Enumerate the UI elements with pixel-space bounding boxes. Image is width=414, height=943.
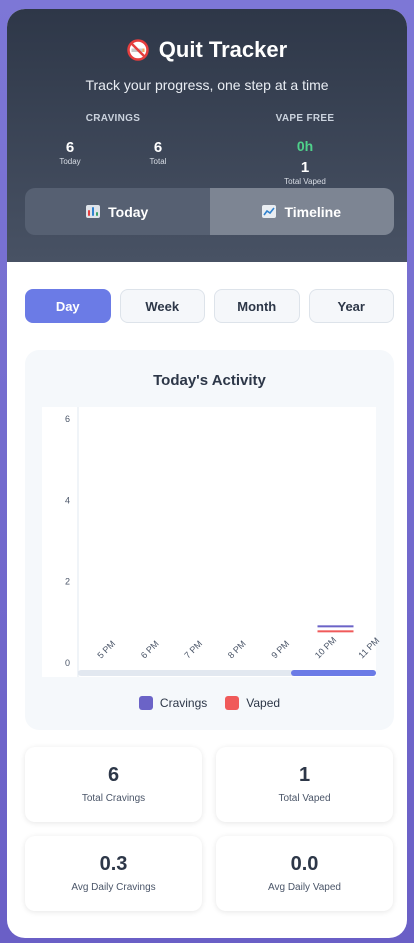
total-vaped-label: Total Vaped xyxy=(284,177,326,186)
legend-label-vaped: Vaped xyxy=(246,696,281,710)
range-week-button[interactable]: Week xyxy=(119,289,205,323)
no-smoking-icon xyxy=(127,39,149,61)
total-cravings-card: 6 Total Cravings xyxy=(25,747,202,822)
header: Quit Tracker Track your progress, one st… xyxy=(7,9,407,262)
app-card: Quit Tracker Track your progress, one st… xyxy=(7,9,407,938)
avg-daily-cravings-value: 0.3 xyxy=(99,853,128,875)
activity-chart: 02465 PM 6 PM 7 PM 8 PM 9 PM 10 PM 11 PM xyxy=(42,407,381,677)
total-cravings-caption: Total Cravings xyxy=(81,793,146,804)
legend-swatch-cravings xyxy=(138,696,153,710)
y-tick-label: 2 xyxy=(65,577,70,587)
line-chart-icon xyxy=(262,205,277,218)
total-vaped-count: 1 xyxy=(300,159,310,176)
chart-title: Today's Activity xyxy=(153,372,266,389)
tab-timeline[interactable]: Timeline xyxy=(209,188,394,235)
app-title: Quit Tracker xyxy=(158,37,288,62)
range-year-button[interactable]: Year xyxy=(308,289,394,323)
cravings-label: CRAVINGS xyxy=(85,113,141,124)
vape-free-time: 0h xyxy=(296,138,314,154)
scroll-thumb[interactable] xyxy=(291,670,376,676)
view-tabs: Today Timeline xyxy=(25,188,394,235)
activity-chart-card: 02465 PM 6 PM 7 PM 8 PM 9 PM 10 PM 11 PM Today… xyxy=(25,350,394,730)
avg-daily-vaped-card: 0.0 Avg Daily Vaped xyxy=(216,836,393,911)
legend-label-cravings: Cravings xyxy=(159,696,208,710)
total-cravings-stat: 6 Total xyxy=(138,139,178,166)
legend-item-cravings[interactable]: Cravings xyxy=(138,696,208,710)
total-cravings-value: 6 xyxy=(107,764,120,786)
total-vaped-value: 1 xyxy=(298,764,311,786)
tab-today-label: Today xyxy=(108,203,149,220)
range-day-button[interactable]: Day xyxy=(25,289,111,323)
total-vaped-stat: 1 Total Vaped xyxy=(275,159,335,186)
total-vaped-caption: Total Vaped xyxy=(278,793,331,804)
bar-vaped[interactable] xyxy=(317,630,354,633)
tab-today[interactable]: Today xyxy=(25,188,210,235)
today-cravings-count: 6 xyxy=(65,139,75,156)
avg-daily-cravings-card: 0.3 Avg Daily Cravings xyxy=(25,836,202,911)
vape-free-label: VAPE FREE xyxy=(275,113,335,124)
plot-area xyxy=(42,407,376,677)
app-subtitle: Track your progress, one step at a time xyxy=(85,77,329,93)
legend-item-vaped[interactable]: Vaped xyxy=(225,696,280,710)
bar-chart-icon xyxy=(86,205,101,218)
today-cravings-stat: 6 Today xyxy=(50,139,90,166)
y-tick-label: 6 xyxy=(65,414,70,424)
y-tick-label: 0 xyxy=(65,658,70,668)
title-row: Quit Tracker xyxy=(7,37,407,63)
chart-legend: Cravings Vaped xyxy=(25,696,394,710)
bar-cravings[interactable] xyxy=(317,625,354,628)
total-cravings-label: Total xyxy=(149,157,167,166)
tab-timeline-label: Timeline xyxy=(284,203,342,220)
total-vaped-card: 1 Total Vaped xyxy=(216,747,393,822)
legend-swatch-vaped xyxy=(225,696,240,710)
range-month-button[interactable]: Month xyxy=(214,289,300,323)
total-cravings-count: 6 xyxy=(153,139,163,156)
today-cravings-label: Today xyxy=(59,157,81,166)
range-selector: Day Week Month Year xyxy=(25,289,394,323)
avg-daily-vaped-value: 0.0 xyxy=(290,853,319,875)
avg-daily-cravings-caption: Avg Daily Cravings xyxy=(71,882,156,893)
avg-daily-vaped-caption: Avg Daily Vaped xyxy=(267,882,341,893)
y-tick-label: 4 xyxy=(65,495,70,505)
